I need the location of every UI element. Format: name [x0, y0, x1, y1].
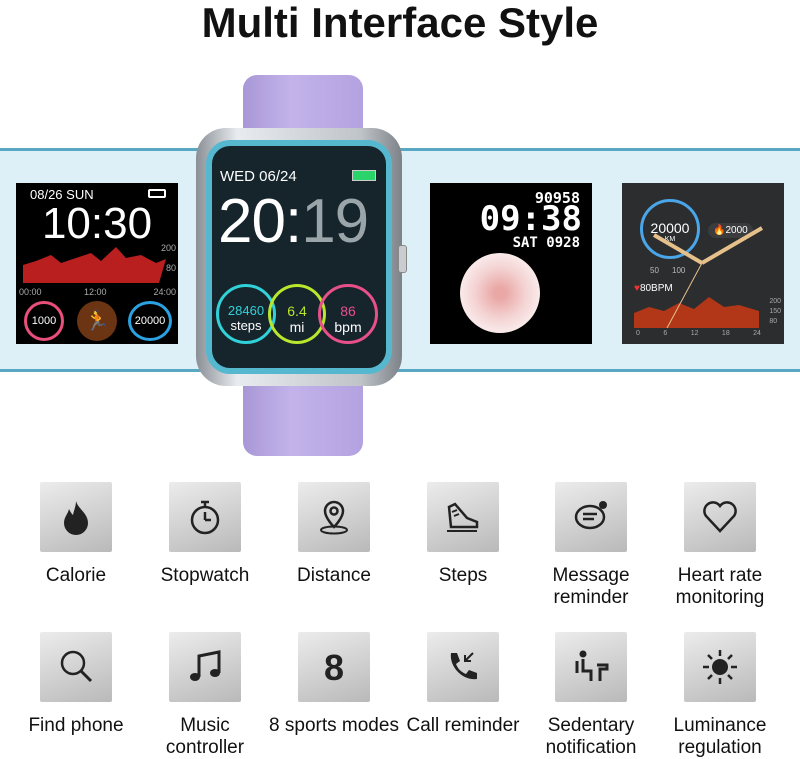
face2-time: 09:38 [479, 199, 582, 239]
heart-icon-box [684, 482, 756, 552]
x-tick: 18 [721, 330, 730, 337]
feature-label: Message reminder [552, 565, 630, 608]
feature-item: Steps [398, 482, 528, 587]
feature-label: Steps [438, 565, 488, 586]
sedentary-icon [575, 650, 609, 681]
feature-item: Distance [269, 482, 399, 587]
feature-item: Message reminder [526, 482, 656, 609]
music-note-icon [190, 650, 221, 681]
message-icon-box [555, 482, 627, 552]
feature-label: Heart rate monitoring [675, 565, 765, 608]
feature-item: Stopwatch [140, 482, 270, 587]
feature-item: Calorie [11, 482, 141, 587]
y-tick: 200 [160, 243, 176, 253]
watch-main-screen: WED 06/24 20:19 28460 steps 6.4 mi 86 bpm [206, 140, 392, 374]
feature-item: Find phone [11, 632, 141, 737]
face1-time: 10:30 [41, 199, 153, 248]
steps-ring: 20000 [128, 301, 172, 341]
feature-item: Call reminder [398, 632, 528, 737]
heart-rate-chart [23, 247, 166, 283]
number-8-icon: 8 [324, 647, 344, 687]
steps-unit: steps [230, 318, 262, 333]
feature-item: Music controller [140, 632, 270, 759]
message-icon [574, 501, 607, 530]
calorie-ring: 1000 [24, 301, 64, 341]
y-tick: 200 [769, 298, 781, 305]
stopwatch-icon-box [169, 482, 241, 552]
feature-label: Distance [297, 565, 371, 586]
svg-text:8: 8 [324, 647, 344, 687]
x-tick: 24 [753, 330, 761, 337]
battery-icon [148, 189, 166, 198]
watch-face-3: 20000 KM 🔥2000 50 100 ♥80BPM 200 150 80 061… [622, 183, 784, 344]
x-tick: 0 [636, 330, 640, 337]
face2-date: SAT 0928 [512, 235, 580, 251]
magnifier-icon-box [40, 632, 112, 702]
y-tick: 150 [769, 308, 781, 315]
sedentary-icon-box [555, 632, 627, 702]
feature-item: Heart rate monitoring [655, 482, 785, 609]
heart-ring: 86 bpm [318, 284, 378, 344]
x-tick: 6 [663, 330, 668, 337]
page-title: Multi Interface Style [201, 0, 599, 46]
flame-icon [64, 501, 88, 535]
feature-label: Stopwatch [160, 565, 250, 586]
rose-image [460, 253, 540, 333]
feature-item: 8 8 sports modes [269, 632, 399, 737]
main-date: WED 06/24 [220, 168, 297, 185]
steps-ring: 28460 steps [216, 284, 276, 344]
main-time-hours: 20: [218, 187, 302, 256]
x-tick: 00:00 [19, 287, 42, 297]
feature-label: Calorie [45, 565, 107, 586]
music-note-icon-box [169, 632, 241, 702]
watch-face-2: 90958 09:38 SAT 0928 [430, 183, 592, 344]
distance-value: 6.4 [287, 303, 307, 319]
heart-icon [703, 501, 737, 533]
x-tick: 12 [690, 330, 699, 337]
shoe-icon-box [427, 482, 499, 552]
watch-face-1: 08/26 SUN 10:30 200 80 00:00 12:00 24:00… [16, 183, 178, 344]
y-tick: 80 [769, 318, 778, 325]
sun-icon-box [684, 632, 756, 702]
feature-item: Luminance regulation [655, 632, 785, 759]
battery-icon [352, 170, 376, 181]
sun-icon [703, 650, 737, 684]
heart-value: 86 [340, 303, 356, 319]
heart-unit: bpm [334, 319, 362, 335]
shoe-icon [447, 502, 479, 532]
flame-icon-box [40, 482, 112, 552]
feature-item: Sedentary notification [526, 632, 656, 759]
x-tick: 24:00 [153, 287, 176, 297]
feature-label: Music controller [165, 715, 245, 758]
magnifier-icon [60, 650, 93, 683]
feature-label: Find phone [28, 715, 124, 736]
main-time-minutes: 19 [301, 187, 369, 256]
location-pin-icon [320, 500, 348, 535]
running-icon: 🏃 [77, 301, 117, 341]
number-8-icon-box: 8 [298, 632, 370, 702]
watch-crown[interactable] [398, 245, 407, 273]
location-pin-icon-box [298, 482, 370, 552]
stopwatch-icon [190, 500, 220, 535]
feature-label: Luminance regulation [673, 715, 767, 758]
clock-hands [652, 226, 764, 329]
feature-label: Call reminder [406, 715, 520, 736]
y-tick: 80 [165, 263, 176, 273]
feature-label: 8 sports modes [269, 715, 399, 736]
feature-label: Sedentary notification [545, 715, 637, 758]
x-tick: 12:00 [84, 287, 107, 297]
phone-call-icon [450, 652, 477, 680]
steps-value: 28460 [227, 303, 265, 318]
distance-unit: mi [289, 319, 305, 335]
phone-call-icon-box [427, 632, 499, 702]
